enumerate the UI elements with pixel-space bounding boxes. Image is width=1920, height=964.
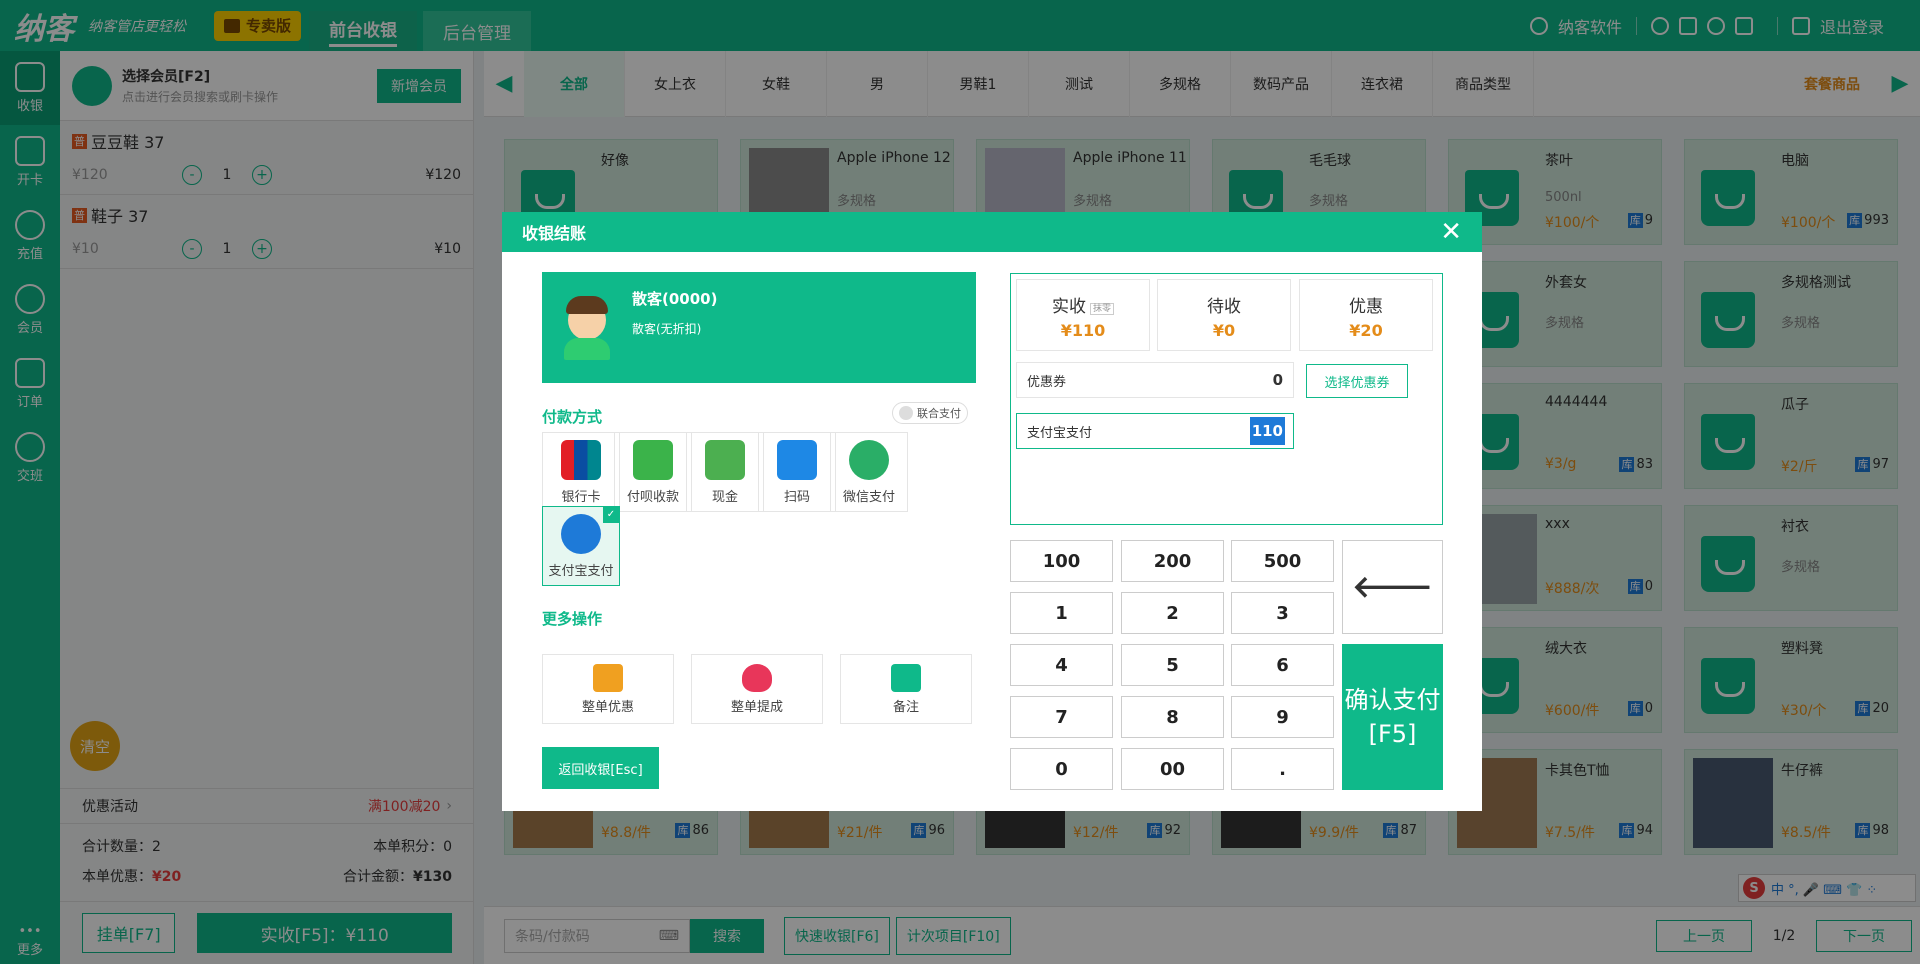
pay-methods-title: 付款方式 [542,408,603,426]
received-label: 实收 [1051,297,1086,317]
key-100[interactable]: 100 [1010,540,1113,582]
alipay-label: 支付宝支付 [1027,425,1093,441]
key-dot[interactable]: . [1231,748,1334,790]
scan-icon [777,439,817,480]
key-2[interactable]: 2 [1121,592,1224,634]
choose-coupon-button[interactable]: 选择优惠券 [1306,364,1408,398]
key-200[interactable]: 200 [1121,540,1224,582]
pending-label: 待收 [1207,297,1241,317]
received-card: 实收 抹零 ¥110 [1016,279,1150,351]
pay-method-scan[interactable]: 扫码 [758,432,836,512]
coupon-field: 优惠券 0 [1016,362,1294,398]
pay-method-wechat[interactable]: 微信支付 [830,432,908,512]
key-3[interactable]: 3 [1231,592,1334,634]
edit-icon [891,663,921,692]
pay-method-bank-card[interactable]: 银行卡 [542,432,620,512]
order-discount-button[interactable]: 整单优惠 [542,654,674,724]
alipay-amount-input[interactable]: 110 [1249,417,1285,445]
key-00[interactable]: 00 [1121,748,1224,790]
id-card-icon [633,439,673,480]
key-1[interactable]: 1 [1010,592,1113,634]
round-off-checkbox[interactable]: 抹零 [1089,302,1114,315]
backspace-arrow-icon: 🡐 [1352,570,1433,605]
pending-card: 待收 ¥0 [1157,279,1291,351]
discount-card: 优惠 ¥20 [1299,279,1433,351]
toggle-label: 联合支付 [917,407,961,420]
key-500[interactable]: 500 [1231,540,1334,582]
pay-method-label: 付呗收款 [626,489,679,505]
pay-method-label: 支付宝支付 [548,563,614,579]
coupon-label: 优惠券 [1027,374,1067,390]
confirm-payment-button[interactable]: 确认支付[F5] [1342,644,1443,790]
key-4[interactable]: 4 [1010,644,1113,686]
pay-method-cash[interactable]: 现金 [686,432,764,512]
pay-method-alipay[interactable]: 支付宝支付 [542,506,620,586]
alipay-amount-field[interactable]: 支付宝支付 110 [1016,413,1294,449]
pending-value: ¥0 [1212,321,1236,340]
key-7[interactable]: 7 [1010,696,1113,738]
remark-button[interactable]: 备注 [840,654,972,724]
backspace-button[interactable]: 🡐 [1342,540,1443,634]
key-6[interactable]: 6 [1231,644,1334,686]
alipay-icon [561,513,601,554]
key-5[interactable]: 5 [1121,644,1224,686]
received-value: ¥110 [1060,321,1106,340]
op-label: 整单优惠 [581,699,634,715]
wechat-icon [849,439,889,480]
customer-discount: 散客(无折扣) [632,322,702,336]
cash-icon [705,439,745,480]
order-commission-button[interactable]: 整单提成 [691,654,823,724]
customer-avatar-icon [562,296,612,360]
tag-icon [593,663,623,692]
close-icon[interactable]: ✕ [1440,217,1462,247]
discount-label: 优惠 [1349,297,1383,317]
more-ops-title: 更多操作 [542,610,603,628]
pay-method-label: 微信支付 [842,489,895,505]
dialog-title: 收银结账 [522,224,587,243]
discount-value: ¥20 [1349,321,1383,340]
dialog-header: 收银结账 ✕ [502,212,1482,252]
unionpay-icon [561,439,601,480]
coupon-value: 0 [1272,371,1283,389]
pay-method-label: 现金 [711,489,738,505]
money-bag-icon [742,663,772,692]
payment-summary: 实收 抹零 ¥110 待收 ¥0 优惠 ¥20 优惠券 0 选择优惠券 支付宝支付 110 [1010,273,1443,525]
key-0[interactable]: 0 [1010,748,1113,790]
customer-card: 散客(0000) 散客(无折扣) [542,272,976,383]
toggle-knob [899,406,913,420]
pay-method-label: 扫码 [783,489,810,505]
customer-name: 散客(0000) [632,290,718,308]
pay-method-label: 银行卡 [561,489,601,505]
key-8[interactable]: 8 [1121,696,1224,738]
op-label: 整单提成 [730,699,783,715]
key-9[interactable]: 9 [1231,696,1334,738]
op-label: 备注 [892,699,919,715]
pay-method-fubei[interactable]: 付呗收款 [614,432,692,512]
return-cashier-button[interactable]: 返回收银[Esc] [542,747,659,789]
checkout-dialog: 收银结账 ✕ 散客(0000) 散客(无折扣) 付款方式 联合支付 银行卡 付呗… [502,212,1482,811]
combined-payment-toggle[interactable]: 联合支付 [892,402,968,424]
